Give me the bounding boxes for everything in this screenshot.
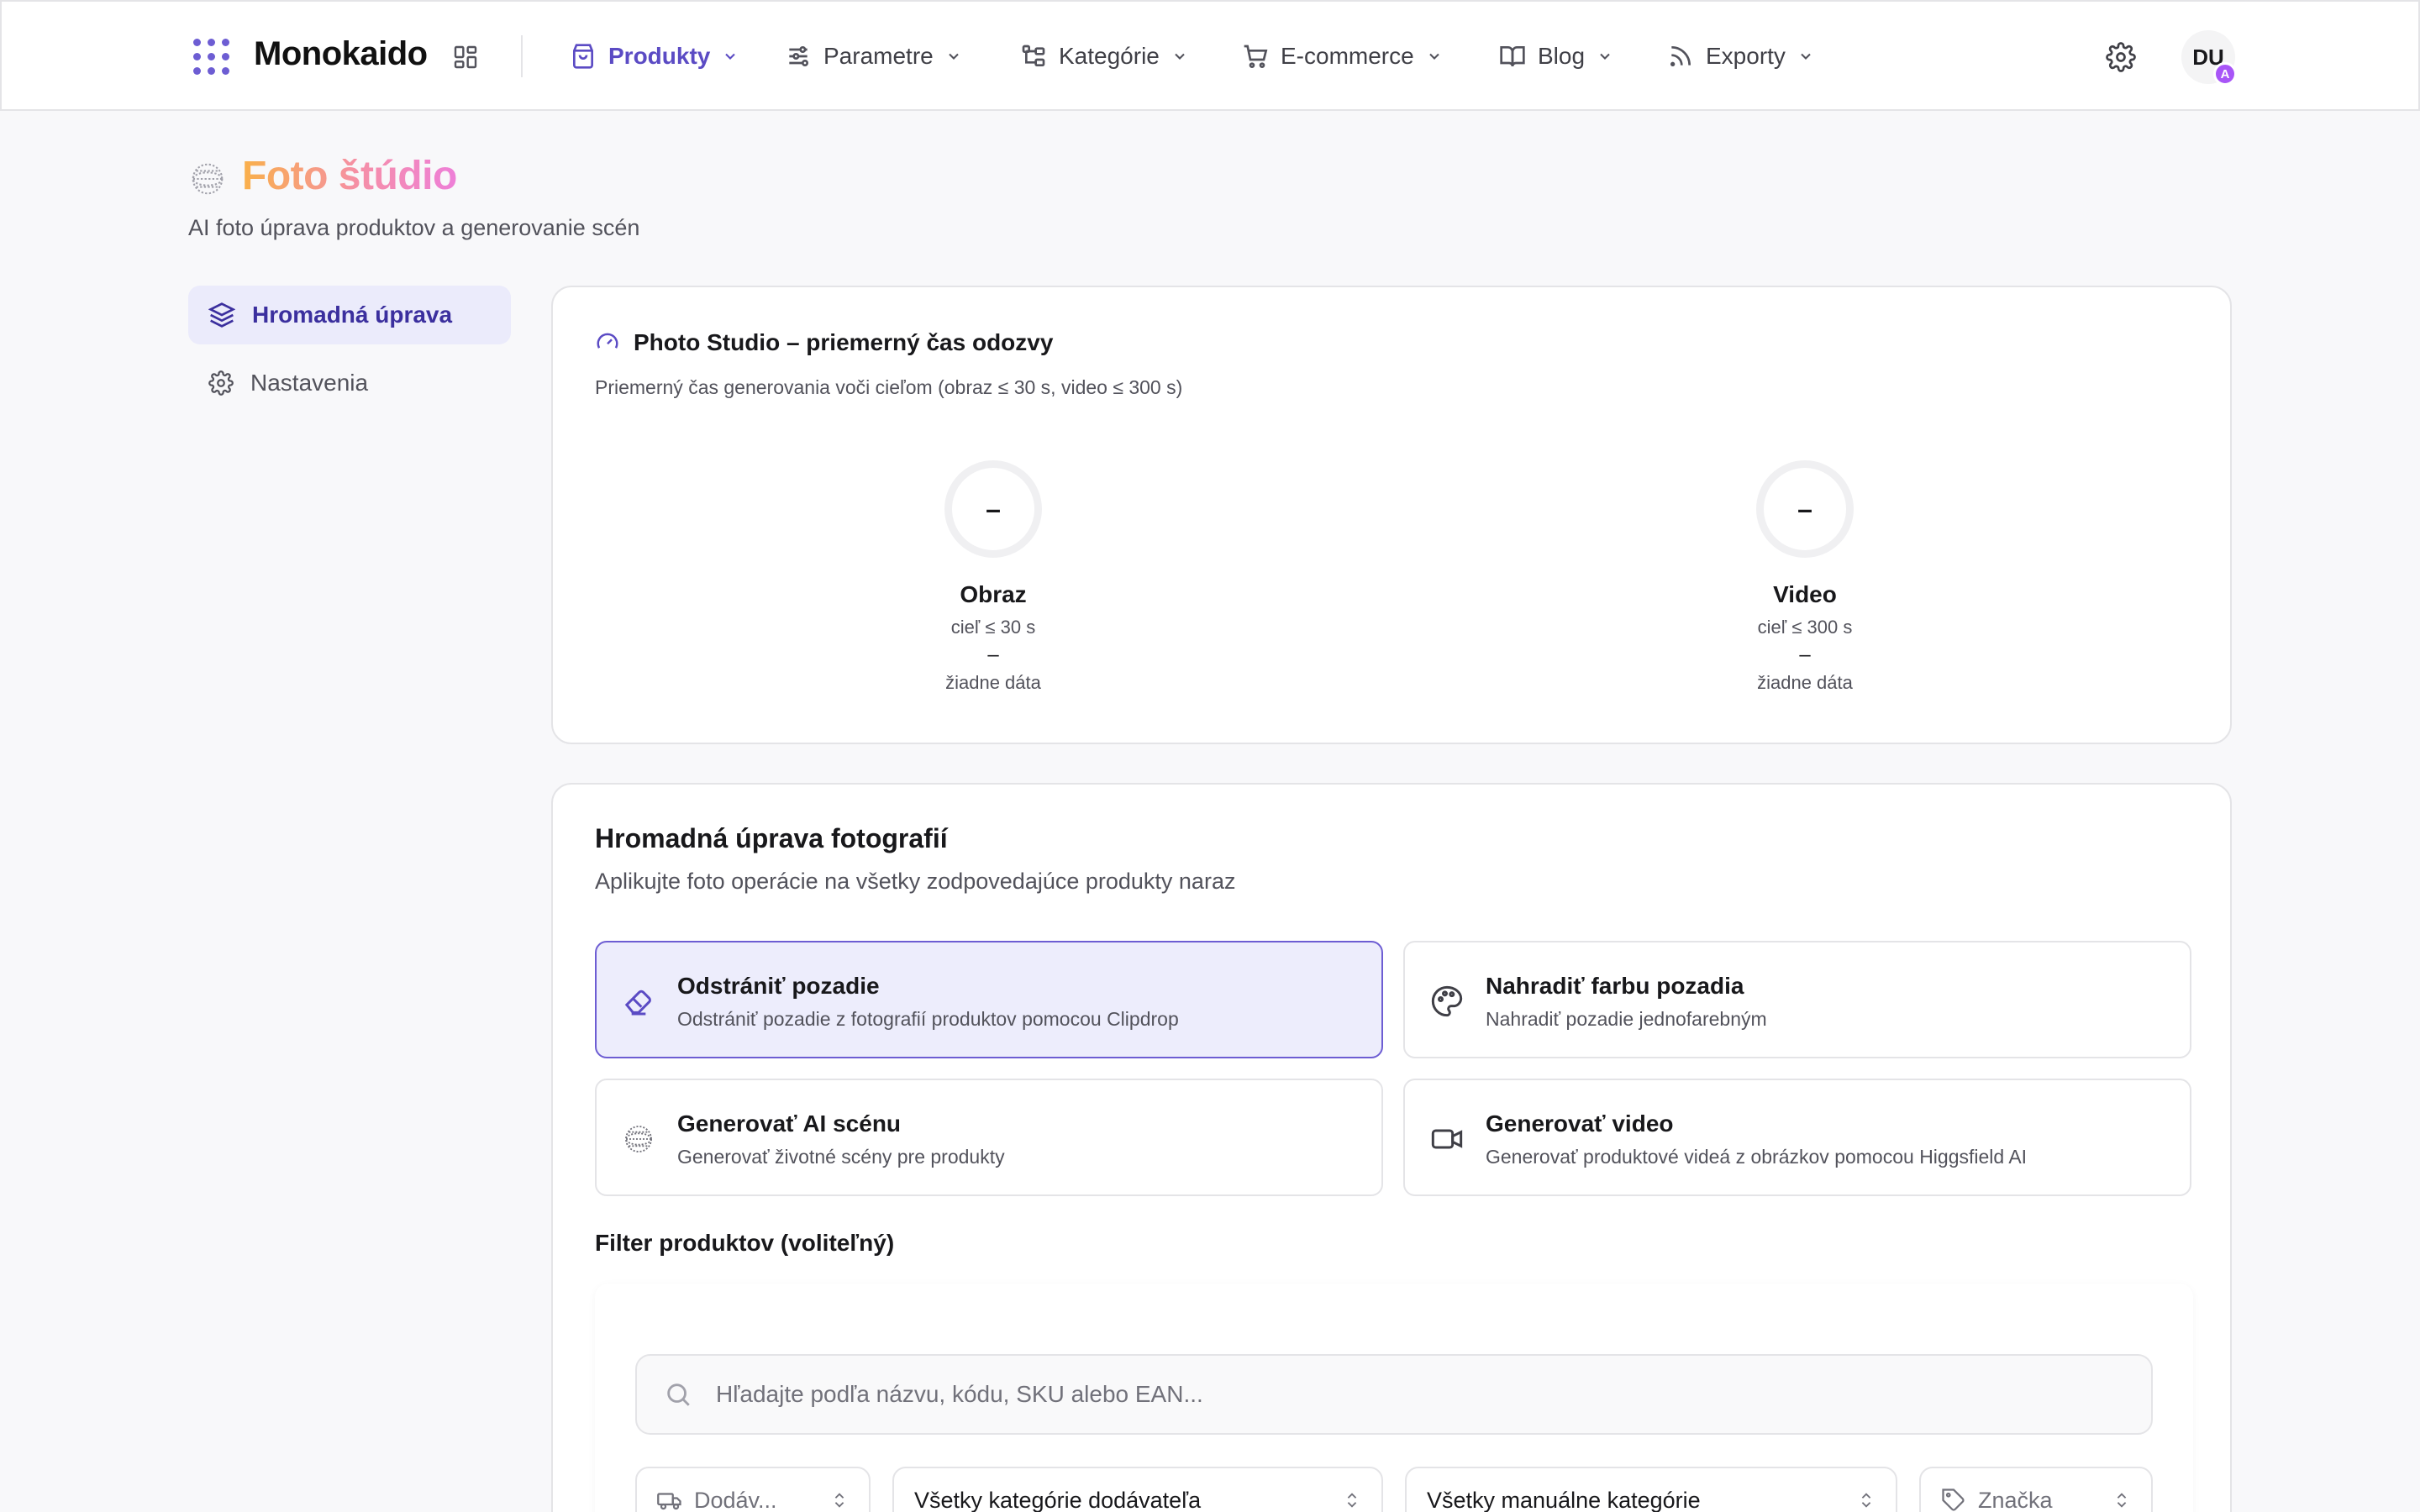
nav-divider	[521, 35, 523, 77]
avatar-role-badge: A	[2213, 62, 2237, 86]
operation-description: Nahradiť pozadie jednofarebným	[1486, 1008, 1767, 1030]
nav-item-label: Blog	[1538, 43, 1586, 69]
response-time-card: Photo Studio – priemerný čas odozvy Prie…	[551, 286, 2232, 744]
nav-item-exporty[interactable]: Exporty	[1667, 35, 1814, 77]
top-navbar: Monokaido Produkty Parametre Kategórie E…	[0, 0, 2420, 111]
operation-description: Generovať produktové videá z obrázkov po…	[1486, 1146, 2028, 1168]
cart-icon	[1244, 45, 1268, 68]
metric-status: žiadne dáta	[945, 672, 1041, 693]
chevron-down-icon	[1175, 53, 1185, 60]
nav-item-label: Parametre	[823, 43, 934, 69]
nav-item-produkty[interactable]: Produkty	[570, 35, 739, 77]
nav-item-parametre[interactable]: Parametre	[785, 35, 962, 77]
metric-ring-value: –	[986, 493, 1001, 524]
card-subtitle: Priemerný čas generovania voči cieľom (o…	[595, 376, 1183, 398]
truck-icon	[657, 1493, 681, 1510]
card-title: Hromadná úprava fotografií	[595, 823, 948, 853]
operation-description: Generovať životné scény pre produkty	[677, 1146, 1005, 1168]
metric-value: –	[1799, 643, 1811, 666]
operation-title: Generovať AI scénu	[677, 1110, 902, 1137]
metric-video: – Video cieľ ≤ 300 s – žiadne dáta	[1679, 460, 1931, 694]
brand-select[interactable]: Značka	[1919, 1467, 2153, 1512]
metric-ring: –	[944, 460, 1042, 558]
supplier-select[interactable]: Dodáv...	[635, 1467, 871, 1512]
operation-title: Generovať video	[1486, 1110, 1674, 1137]
palette-icon	[1431, 985, 1463, 1017]
metric-target: cieľ ≤ 300 s	[1757, 617, 1853, 638]
metric-ring: –	[1756, 460, 1854, 558]
operation-title: Nahradiť farbu pozadia	[1486, 973, 1744, 999]
chevron-down-icon	[725, 53, 736, 60]
chevron-up-down-icon	[834, 1493, 844, 1508]
operation-generate-video[interactable]: Generovať video Generovať produktové vid…	[1403, 1079, 2191, 1196]
operation-generate-ai-scene[interactable]: Generovať AI scénu Generovať životné scé…	[595, 1079, 1383, 1196]
shopping-bag-icon	[573, 44, 593, 69]
sidebar-item-nastavenia[interactable]: Nastavenia	[188, 354, 511, 412]
tag-icon	[1942, 1488, 1965, 1511]
nav-item-blog[interactable]: Blog	[1499, 35, 1613, 77]
book-open-icon	[1500, 46, 1525, 67]
category-tree-icon	[1022, 45, 1045, 66]
card-subtitle: Aplikujte foto operácie na všetky zodpov…	[595, 869, 1236, 894]
manual-category-select[interactable]: Všetky manuálne kategórie	[1405, 1467, 1897, 1512]
sparkle-sphere-icon	[625, 1126, 652, 1152]
gauge-icon	[597, 333, 618, 349]
filter-label: Filter produktov (voliteľný)	[595, 1230, 895, 1256]
sidebar-item-hromadna-uprava[interactable]: Hromadná úprava	[188, 286, 511, 344]
metric-label: Obraz	[960, 581, 1027, 607]
page-subtitle: AI foto úprava produktov a generovanie s…	[188, 215, 640, 240]
metric-target: cieľ ≤ 30 s	[950, 617, 1036, 638]
search-box	[635, 1354, 2153, 1435]
rss-icon	[1670, 46, 1691, 66]
nav-item-ecommerce[interactable]: E-commerce	[1242, 35, 1443, 77]
metric-image: – Obraz cieľ ≤ 30 s – žiadne dáta	[867, 460, 1119, 694]
chevron-up-down-icon	[1347, 1493, 1357, 1508]
eraser-icon	[624, 990, 651, 1016]
select-value: Všetky kategórie dodávateľa	[914, 1487, 1202, 1512]
chevron-up-down-icon	[1861, 1493, 1871, 1508]
select-value: Všetky manuálne kategórie	[1427, 1487, 1701, 1512]
search-icon	[667, 1383, 690, 1406]
nav-item-label: Kategórie	[1059, 43, 1160, 69]
card-title-text: Photo Studio – priemerný čas odozvy	[634, 329, 1054, 355]
nav-item-label: E-commerce	[1281, 43, 1414, 69]
nav-item-kategorie[interactable]: Kategórie	[1020, 35, 1188, 77]
metric-ring-value: –	[1797, 493, 1812, 524]
operation-replace-bg-color[interactable]: Nahradiť farbu pozadia Nahradiť pozadie …	[1403, 941, 2191, 1058]
logo-icon[interactable]	[193, 39, 230, 76]
chevron-down-icon	[1600, 53, 1610, 60]
chevron-down-icon	[1428, 53, 1439, 60]
gear-icon[interactable]	[2106, 42, 2136, 72]
video-icon	[1431, 1129, 1463, 1149]
select-value: Dodáv...	[694, 1487, 777, 1512]
sliders-icon	[789, 46, 808, 66]
operation-title: Odstrániť pozadie	[677, 973, 880, 999]
sparkle-sphere-icon	[188, 160, 227, 198]
bulk-edit-card: Hromadná úprava fotografií Aplikujte fot…	[551, 783, 2232, 1512]
metric-label: Video	[1773, 581, 1837, 607]
chevron-up-down-icon	[2117, 1493, 2127, 1508]
operation-description: Odstrániť pozadie z fotografií produktov…	[677, 1008, 1179, 1030]
chevron-down-icon	[1801, 53, 1811, 60]
search-input[interactable]	[716, 1381, 2060, 1408]
brand-name[interactable]: Monokaido	[254, 35, 428, 73]
nav-item-label: Produkty	[608, 43, 711, 69]
nav-item-label: Exporty	[1706, 43, 1786, 69]
metric-status: žiadne dáta	[1757, 672, 1853, 693]
layers-icon	[208, 302, 235, 328]
select-value: Značka	[1978, 1487, 2053, 1512]
product-filter-panel: Dodáv... Všetky kategórie dodávateľa Vše…	[595, 1284, 2193, 1512]
supplier-category-select[interactable]: Všetky kategórie dodávateľa	[892, 1467, 1383, 1512]
apps-grid-icon[interactable]	[452, 44, 479, 71]
page-title: Foto štúdio	[242, 154, 457, 198]
card-title: Photo Studio – priemerný čas odozvy	[595, 329, 1053, 356]
operation-remove-background[interactable]: Odstrániť pozadie Odstrániť pozadie z fo…	[595, 941, 1383, 1058]
sidebar-item-label: Nastavenia	[250, 370, 369, 396]
gear-icon	[208, 370, 234, 396]
chevron-down-icon	[948, 53, 959, 60]
metric-value: –	[987, 643, 999, 666]
sidebar-item-label: Hromadná úprava	[252, 302, 453, 328]
